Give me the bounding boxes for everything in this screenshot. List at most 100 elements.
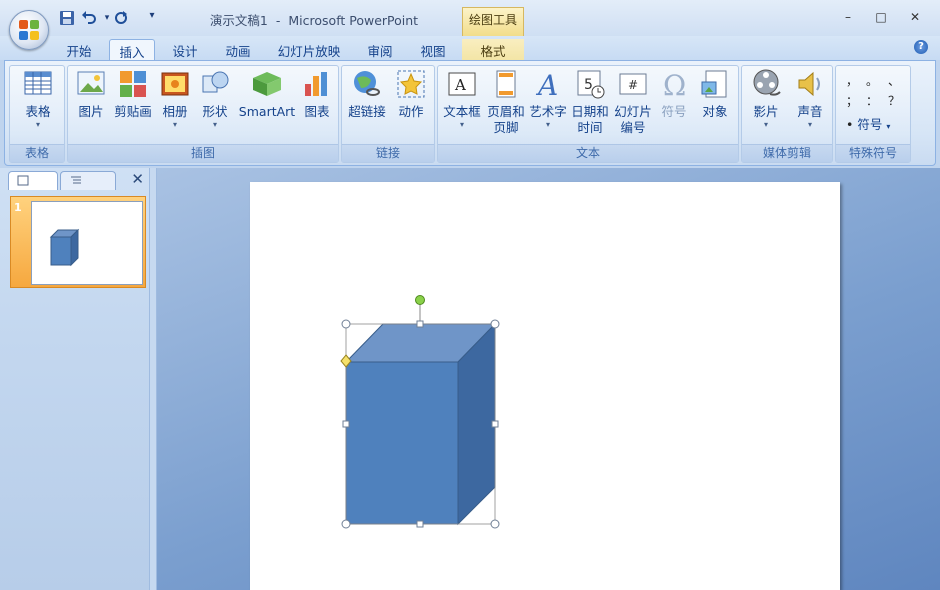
help-icon[interactable]: ? [914, 40, 928, 54]
table-icon [24, 71, 52, 95]
slide-thumbnail-canvas [31, 201, 143, 285]
shapes-button[interactable]: 形状 ▾ [198, 68, 232, 130]
album-button[interactable]: 相册 ▾ [158, 68, 192, 130]
panel-tabs: ✕ [0, 168, 150, 190]
symbol-gallery[interactable]: ， 。 、 ； ： ？ [842, 72, 906, 112]
group-label-text: 文本 [438, 144, 738, 162]
bullet-icon: • [846, 117, 854, 132]
rotation-handle[interactable] [415, 295, 425, 305]
symbol-semicolon[interactable]: ； [846, 92, 858, 109]
ribbon-tabs: 开始 插入 设计 动画 幻灯片放映 审阅 视图 格式 [0, 36, 940, 60]
resize-handle-bottom[interactable] [416, 520, 424, 528]
office-button[interactable] [9, 10, 49, 50]
app-name: Microsoft PowerPoint [288, 13, 419, 28]
symbol-button[interactable]: Ω 符号 [656, 68, 692, 120]
slide-number-icon: # [619, 73, 647, 95]
tab-slideshow[interactable]: 幻灯片放映 [272, 39, 346, 60]
smartart-icon [253, 72, 281, 96]
symbol-pause-mark[interactable]: 、 [888, 72, 900, 89]
picture-button[interactable]: 图片 [74, 68, 108, 120]
group-tables: 表格 ▾ 表格 [9, 65, 65, 163]
table-button[interactable]: 表格 ▾ [16, 68, 60, 130]
slide-thumbnail[interactable]: 1 [10, 196, 146, 288]
resize-handle-top-left[interactable] [341, 319, 351, 329]
wordart-button[interactable]: A 艺术字 ▾ [528, 68, 568, 130]
svg-text:A: A [454, 76, 466, 94]
resize-handle-top-right[interactable] [490, 319, 500, 329]
header-footer-label-1: 页眉和 [487, 104, 525, 119]
tab-insert[interactable]: 插入 [109, 39, 155, 60]
smartart-button[interactable]: SmartArt [238, 68, 296, 120]
ribbon: 表格 ▾ 表格 图片 剪贴画 相册 ▾ 形状 ▾ SmartArt 图表 插图 … [4, 60, 936, 166]
symbol-comma[interactable]: ， [846, 72, 858, 89]
shape-layer [340, 295, 500, 529]
slides-panel: ✕ 1 [0, 168, 150, 590]
sound-label: 声音 [797, 104, 823, 119]
tab-outline[interactable] [60, 171, 116, 190]
special-symbol-label: 符号 [857, 117, 883, 132]
chart-icon [305, 72, 327, 96]
tab-home[interactable]: 开始 [60, 39, 98, 60]
resize-handle-bottom-left[interactable] [341, 519, 351, 529]
resize-handle-right[interactable] [491, 420, 499, 428]
close-panel-icon[interactable]: ✕ [131, 170, 144, 188]
movie-label: 影片 [753, 104, 779, 119]
minimize-button[interactable]: – [838, 10, 858, 26]
clipart-label: 剪贴画 [114, 104, 152, 119]
textbox-button[interactable]: A 文本框 ▾ [442, 68, 482, 130]
header-footer-button[interactable]: 页眉和 页脚 [486, 68, 526, 136]
cube-shape[interactable] [344, 322, 497, 526]
panel-splitter[interactable] [150, 168, 157, 590]
title-bar: ▾ ▾ 演示文稿1- Microsoft PowerPoint 绘图工具 – □ … [0, 0, 940, 36]
symbol-period[interactable]: 。 [866, 72, 878, 89]
dropdown-arrow-icon: ▾ [212, 120, 217, 129]
action-star-icon [397, 70, 425, 98]
datetime-button[interactable]: 5 日期和 时间 [570, 68, 610, 136]
picture-icon [77, 71, 105, 95]
window-title: 演示文稿1- Microsoft PowerPoint [0, 10, 620, 29]
tab-design[interactable]: 设计 [166, 39, 204, 60]
group-illustrations: 图片 剪贴画 相册 ▾ 形状 ▾ SmartArt 图表 插图 [67, 65, 339, 163]
resize-handle-top[interactable] [416, 320, 424, 328]
wordart-label: 艺术字 [529, 104, 567, 119]
tab-slides[interactable] [8, 171, 58, 190]
group-label-illustrations: 插图 [68, 144, 338, 162]
shapes-label: 形状 [202, 104, 228, 119]
close-button[interactable]: ✕ [905, 10, 925, 26]
textbox-icon: A [448, 72, 476, 96]
special-symbol-button[interactable]: • 符号 ▾ [846, 114, 890, 132]
chart-button[interactable]: 图表 [300, 68, 334, 120]
title-separator: - [275, 13, 281, 28]
tab-format[interactable]: 格式 [462, 39, 524, 60]
tab-view[interactable]: 视图 [413, 39, 453, 60]
slide-number-button[interactable]: # 幻灯片 编号 [612, 68, 654, 136]
table-label: 表格 [25, 104, 51, 119]
datetime-label-2: 时间 [577, 120, 603, 135]
datetime-label-1: 日期和 [571, 104, 609, 119]
svg-text:Ω: Ω [663, 69, 686, 100]
symbol-colon[interactable]: ： [866, 92, 878, 109]
hyperlink-globe-icon [354, 71, 380, 96]
context-tool-group-label: 绘图工具 [462, 7, 524, 36]
slide-number: 1 [14, 201, 22, 214]
cube-front-face[interactable] [345, 361, 459, 525]
maximize-button[interactable]: □ [871, 10, 891, 26]
slide-canvas[interactable] [250, 182, 840, 590]
tab-review[interactable]: 审阅 [360, 39, 400, 60]
tab-animations[interactable]: 动画 [218, 39, 258, 60]
symbol-question[interactable]: ？ [888, 92, 900, 109]
clipart-button[interactable]: 剪贴画 [112, 68, 154, 120]
slides-tab-icon [17, 175, 29, 186]
sound-button[interactable]: 声音 ▾ [790, 68, 830, 130]
outline-tab-icon [71, 176, 81, 184]
hyperlink-button[interactable]: 超链接 [346, 68, 388, 120]
resize-handle-bottom-right[interactable] [490, 519, 500, 529]
shapes-icon [202, 71, 229, 93]
header-footer-label-2: 页脚 [493, 120, 519, 135]
slide-number-label-2: 编号 [620, 120, 646, 135]
group-text: A 文本框 ▾ 页眉和 页脚 A 艺术字 ▾ 5 日期和 时间 # 幻灯片 编号… [437, 65, 739, 163]
movie-button[interactable]: 影片 ▾ [746, 68, 786, 130]
action-button[interactable]: 动作 [392, 68, 430, 120]
object-button[interactable]: 对象 [696, 68, 734, 120]
resize-handle-left[interactable] [342, 420, 350, 428]
